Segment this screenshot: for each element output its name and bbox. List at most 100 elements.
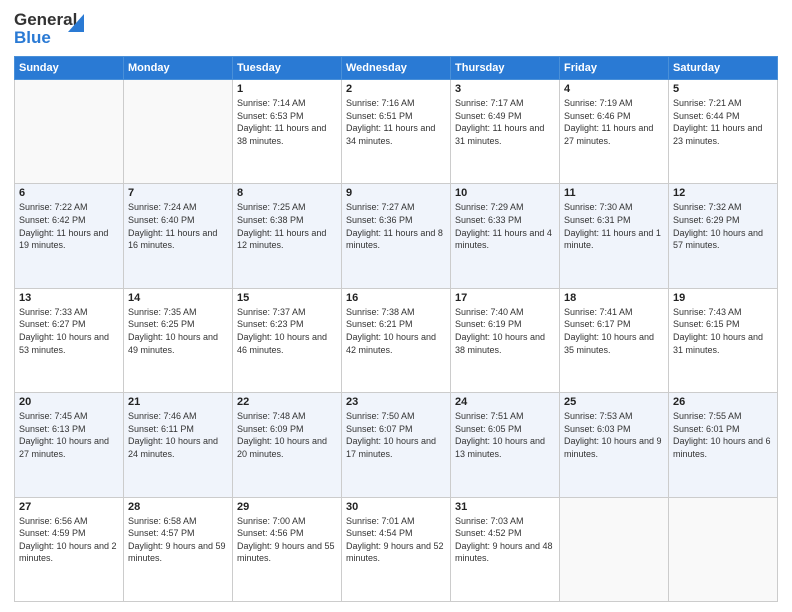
day-number: 1 bbox=[237, 83, 337, 95]
day-number: 5 bbox=[673, 83, 773, 95]
logo: General Blue bbox=[14, 10, 84, 50]
logo-blue: Blue bbox=[14, 28, 51, 48]
day-info: Sunrise: 7:37 AM Sunset: 6:23 PM Dayligh… bbox=[237, 306, 337, 356]
weekday-header: Thursday bbox=[451, 57, 560, 80]
day-number: 10 bbox=[455, 187, 555, 199]
day-number: 24 bbox=[455, 396, 555, 408]
calendar-cell: 18 Sunrise: 7:41 AM Sunset: 6:17 PM Dayli… bbox=[560, 288, 669, 392]
day-info: Sunrise: 7:43 AM Sunset: 6:15 PM Dayligh… bbox=[673, 306, 773, 356]
day-info: Sunrise: 7:50 AM Sunset: 6:07 PM Dayligh… bbox=[346, 410, 446, 460]
calendar-cell: 10 Sunrise: 7:29 AM Sunset: 6:33 PM Dayli… bbox=[451, 184, 560, 288]
calendar-table: SundayMondayTuesdayWednesdayThursdayFrid… bbox=[14, 56, 778, 602]
calendar-cell: 23 Sunrise: 7:50 AM Sunset: 6:07 PM Dayli… bbox=[342, 393, 451, 497]
day-info: Sunrise: 7:00 AM Sunset: 4:56 PM Dayligh… bbox=[237, 515, 337, 565]
calendar-cell: 13 Sunrise: 7:33 AM Sunset: 6:27 PM Dayli… bbox=[15, 288, 124, 392]
day-number: 23 bbox=[346, 396, 446, 408]
day-number: 15 bbox=[237, 292, 337, 304]
day-info: Sunrise: 7:32 AM Sunset: 6:29 PM Dayligh… bbox=[673, 201, 773, 251]
calendar-cell: 29 Sunrise: 7:00 AM Sunset: 4:56 PM Dayli… bbox=[233, 497, 342, 601]
day-info: Sunrise: 7:53 AM Sunset: 6:03 PM Dayligh… bbox=[564, 410, 664, 460]
day-number: 21 bbox=[128, 396, 228, 408]
weekday-header: Sunday bbox=[15, 57, 124, 80]
day-info: Sunrise: 7:38 AM Sunset: 6:21 PM Dayligh… bbox=[346, 306, 446, 356]
day-info: Sunrise: 7:03 AM Sunset: 4:52 PM Dayligh… bbox=[455, 515, 555, 565]
calendar-cell bbox=[560, 497, 669, 601]
day-number: 18 bbox=[564, 292, 664, 304]
calendar-cell: 15 Sunrise: 7:37 AM Sunset: 6:23 PM Dayli… bbox=[233, 288, 342, 392]
calendar-cell: 25 Sunrise: 7:53 AM Sunset: 6:03 PM Dayli… bbox=[560, 393, 669, 497]
calendar-cell: 6 Sunrise: 7:22 AM Sunset: 6:42 PM Daylig… bbox=[15, 184, 124, 288]
day-number: 4 bbox=[564, 83, 664, 95]
day-number: 19 bbox=[673, 292, 773, 304]
day-info: Sunrise: 7:30 AM Sunset: 6:31 PM Dayligh… bbox=[564, 201, 664, 251]
day-number: 3 bbox=[455, 83, 555, 95]
weekday-header: Monday bbox=[124, 57, 233, 80]
day-info: Sunrise: 7:33 AM Sunset: 6:27 PM Dayligh… bbox=[19, 306, 119, 356]
calendar-cell: 2 Sunrise: 7:16 AM Sunset: 6:51 PM Daylig… bbox=[342, 80, 451, 184]
calendar-cell bbox=[124, 80, 233, 184]
day-number: 31 bbox=[455, 501, 555, 513]
calendar-cell: 4 Sunrise: 7:19 AM Sunset: 6:46 PM Daylig… bbox=[560, 80, 669, 184]
day-info: Sunrise: 7:24 AM Sunset: 6:40 PM Dayligh… bbox=[128, 201, 228, 251]
day-info: Sunrise: 7:17 AM Sunset: 6:49 PM Dayligh… bbox=[455, 97, 555, 147]
day-info: Sunrise: 6:56 AM Sunset: 4:59 PM Dayligh… bbox=[19, 515, 119, 565]
weekday-header: Wednesday bbox=[342, 57, 451, 80]
weekday-header: Saturday bbox=[669, 57, 778, 80]
day-info: Sunrise: 7:14 AM Sunset: 6:53 PM Dayligh… bbox=[237, 97, 337, 147]
page: General Blue SundayMondayTuesdayWednesda… bbox=[0, 0, 792, 612]
weekday-header: Tuesday bbox=[233, 57, 342, 80]
calendar-cell: 16 Sunrise: 7:38 AM Sunset: 6:21 PM Dayli… bbox=[342, 288, 451, 392]
weekday-header: Friday bbox=[560, 57, 669, 80]
calendar-cell: 3 Sunrise: 7:17 AM Sunset: 6:49 PM Daylig… bbox=[451, 80, 560, 184]
day-number: 26 bbox=[673, 396, 773, 408]
day-info: Sunrise: 7:21 AM Sunset: 6:44 PM Dayligh… bbox=[673, 97, 773, 147]
day-number: 17 bbox=[455, 292, 555, 304]
day-number: 14 bbox=[128, 292, 228, 304]
day-number: 11 bbox=[564, 187, 664, 199]
day-number: 30 bbox=[346, 501, 446, 513]
calendar-cell bbox=[15, 80, 124, 184]
day-number: 13 bbox=[19, 292, 119, 304]
calendar-cell: 17 Sunrise: 7:40 AM Sunset: 6:19 PM Dayli… bbox=[451, 288, 560, 392]
calendar-cell: 5 Sunrise: 7:21 AM Sunset: 6:44 PM Daylig… bbox=[669, 80, 778, 184]
day-info: Sunrise: 7:46 AM Sunset: 6:11 PM Dayligh… bbox=[128, 410, 228, 460]
day-number: 12 bbox=[673, 187, 773, 199]
day-number: 27 bbox=[19, 501, 119, 513]
calendar-cell: 12 Sunrise: 7:32 AM Sunset: 6:29 PM Dayli… bbox=[669, 184, 778, 288]
calendar-cell: 11 Sunrise: 7:30 AM Sunset: 6:31 PM Dayli… bbox=[560, 184, 669, 288]
day-info: Sunrise: 7:45 AM Sunset: 6:13 PM Dayligh… bbox=[19, 410, 119, 460]
calendar-cell: 1 Sunrise: 7:14 AM Sunset: 6:53 PM Daylig… bbox=[233, 80, 342, 184]
calendar-cell: 28 Sunrise: 6:58 AM Sunset: 4:57 PM Dayli… bbox=[124, 497, 233, 601]
day-number: 7 bbox=[128, 187, 228, 199]
day-number: 28 bbox=[128, 501, 228, 513]
day-info: Sunrise: 7:40 AM Sunset: 6:19 PM Dayligh… bbox=[455, 306, 555, 356]
calendar-cell: 27 Sunrise: 6:56 AM Sunset: 4:59 PM Dayli… bbox=[15, 497, 124, 601]
calendar-cell: 8Sunrise: 7:25 AM Sunset: 6:38 PM Daylig… bbox=[233, 184, 342, 288]
calendar-cell: 19 Sunrise: 7:43 AM Sunset: 6:15 PM Dayli… bbox=[669, 288, 778, 392]
day-number: 16 bbox=[346, 292, 446, 304]
day-info: Sunrise: 7:29 AM Sunset: 6:33 PM Dayligh… bbox=[455, 201, 555, 251]
day-info: Sunrise: 7:51 AM Sunset: 6:05 PM Dayligh… bbox=[455, 410, 555, 460]
day-info: Sunrise: 7:22 AM Sunset: 6:42 PM Dayligh… bbox=[19, 201, 119, 251]
calendar-cell: 21 Sunrise: 7:46 AM Sunset: 6:11 PM Dayli… bbox=[124, 393, 233, 497]
day-number: 9 bbox=[346, 187, 446, 199]
day-info: Sunrise: 7:19 AM Sunset: 6:46 PM Dayligh… bbox=[564, 97, 664, 147]
day-info: Sunrise: 7:27 AM Sunset: 6:36 PM Dayligh… bbox=[346, 201, 446, 251]
day-info: Sunrise: 7:41 AM Sunset: 6:17 PM Dayligh… bbox=[564, 306, 664, 356]
calendar-cell: 14Sunrise: 7:35 AM Sunset: 6:25 PM Dayli… bbox=[124, 288, 233, 392]
day-number: 8 bbox=[237, 187, 337, 199]
day-info: Sunrise: 6:58 AM Sunset: 4:57 PM Dayligh… bbox=[128, 515, 228, 565]
calendar-cell: 9 Sunrise: 7:27 AM Sunset: 6:36 PM Daylig… bbox=[342, 184, 451, 288]
day-number: 20 bbox=[19, 396, 119, 408]
day-info: Sunrise: 7:16 AM Sunset: 6:51 PM Dayligh… bbox=[346, 97, 446, 147]
day-number: 6 bbox=[19, 187, 119, 199]
day-number: 2 bbox=[346, 83, 446, 95]
calendar-cell bbox=[669, 497, 778, 601]
day-number: 29 bbox=[237, 501, 337, 513]
calendar-cell: 7 Sunrise: 7:24 AM Sunset: 6:40 PM Daylig… bbox=[124, 184, 233, 288]
calendar-cell: 22Sunrise: 7:48 AM Sunset: 6:09 PM Dayli… bbox=[233, 393, 342, 497]
calendar-cell: 30Sunrise: 7:01 AM Sunset: 4:54 PM Dayli… bbox=[342, 497, 451, 601]
logo-triangle-icon bbox=[68, 14, 84, 32]
day-number: 25 bbox=[564, 396, 664, 408]
day-info: Sunrise: 7:48 AM Sunset: 6:09 PM Dayligh… bbox=[237, 410, 337, 460]
